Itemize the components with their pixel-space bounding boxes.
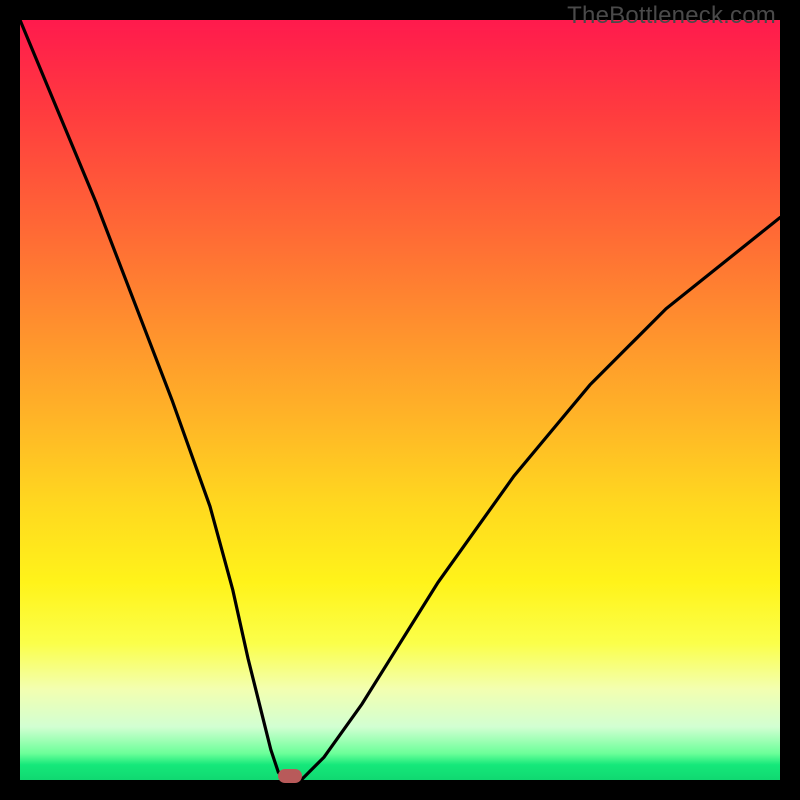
chart-frame bbox=[20, 20, 780, 780]
bottleneck-curve bbox=[20, 20, 780, 780]
watermark-text: TheBottleneck.com bbox=[567, 2, 776, 30]
optimum-marker bbox=[278, 769, 302, 783]
